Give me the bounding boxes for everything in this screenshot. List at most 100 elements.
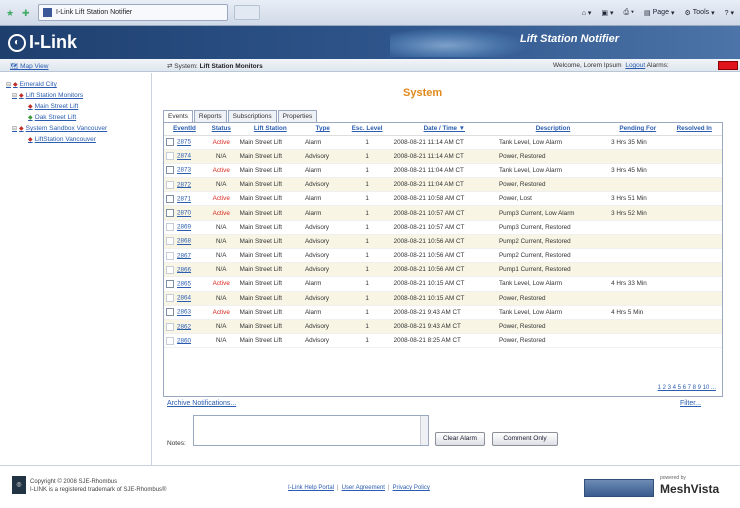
table-row[interactable]: 2868 N/A Main Street Lift Advisory 1 2008-08-…	[164, 234, 722, 250]
tree-item-system-sandbox-vancouver[interactable]: ⊟ ◆ System Sandbox Vancouver	[12, 125, 107, 132]
tree-item-oak-street-lift[interactable]: ◆ Oak Street Lift	[28, 114, 76, 121]
browser-tab[interactable]: I-Link Lift Station Notifier	[38, 4, 228, 21]
row-checkbox[interactable]	[166, 152, 174, 161]
event-id-link[interactable]: 2873	[164, 163, 205, 179]
event-id-link[interactable]: 2864	[164, 291, 205, 306]
row-checkbox[interactable]	[166, 294, 174, 303]
tree-item-emerald-city[interactable]: ⊟ ◆ Emerald City	[6, 81, 57, 88]
event-id-text[interactable]: 2874	[177, 153, 191, 160]
pagination[interactable]: 1 2 3 4 5 6 7 8 9 10 ...	[658, 385, 716, 391]
event-id-text[interactable]: 2863	[177, 309, 191, 316]
row-checkbox[interactable]	[166, 138, 174, 147]
row-checkbox[interactable]	[166, 336, 174, 345]
tree-item-main-street-lift[interactable]: ◆ Main Street Lift	[28, 103, 78, 110]
col-description[interactable]: Description	[496, 123, 610, 136]
event-id-text[interactable]: 2869	[177, 224, 191, 231]
col-type[interactable]: Type	[302, 123, 343, 136]
add-favorite-icon[interactable]: ✚	[22, 8, 32, 18]
col-status[interactable]: Status	[204, 123, 238, 136]
event-id-text[interactable]: 2875	[177, 139, 191, 146]
home-icon[interactable]: ⌂ ▾	[582, 9, 592, 17]
event-id-link[interactable]: 2860	[164, 333, 205, 349]
table-row[interactable]: 2867 N/A Main Street Lift Advisory 1 2008-08-…	[164, 248, 722, 264]
logout-link[interactable]: Logout	[625, 62, 645, 69]
notes-field[interactable]	[193, 415, 429, 446]
col-datetime[interactable]: Date / Time ▼	[391, 123, 497, 136]
event-id-link[interactable]: 2871	[164, 191, 205, 207]
collapse-icon[interactable]: ⊟	[12, 92, 17, 99]
event-id-link[interactable]: 2872	[164, 177, 205, 193]
row-checkbox[interactable]	[166, 223, 174, 232]
row-checkbox[interactable]	[166, 308, 174, 317]
event-id-text[interactable]: 2865	[177, 281, 191, 288]
col-pending-for[interactable]: Pending For	[609, 123, 667, 136]
event-id-link[interactable]: 2865	[164, 276, 205, 292]
tools-menu[interactable]: ⚙ Tools ▾	[685, 9, 715, 17]
event-id-text[interactable]: 2864	[177, 295, 191, 302]
event-id-link[interactable]: 2869	[164, 220, 205, 235]
row-checkbox[interactable]	[166, 166, 174, 175]
table-row[interactable]: 2865 Active Main Street Lift Alarm 1 2008-08-…	[164, 276, 722, 292]
event-id-text[interactable]: 2867	[177, 252, 191, 259]
collapse-icon[interactable]: ⊟	[6, 81, 11, 88]
col-esc-level[interactable]: Esc. Level	[342, 123, 392, 136]
table-row[interactable]: 2864 N/A Main Street Lift Advisory 1 2008-08-…	[164, 291, 722, 306]
event-id-text[interactable]: 2873	[177, 167, 191, 174]
row-checkbox[interactable]	[166, 251, 174, 260]
row-checkbox[interactable]	[166, 265, 174, 274]
clear-alarm-button[interactable]: Clear Alarm	[435, 432, 485, 446]
row-checkbox[interactable]	[166, 279, 174, 288]
event-id-link[interactable]: 2867	[164, 248, 205, 264]
notes-scrollbar[interactable]	[420, 416, 428, 445]
event-id-link[interactable]: 2866	[164, 262, 205, 278]
table-row[interactable]: 2862 N/A Main Street Lift Advisory 1 2008-08-…	[164, 319, 722, 335]
row-checkbox[interactable]	[166, 180, 174, 189]
table-row[interactable]: 2863 Active Main Street Lift Alarm 1 2008-08-…	[164, 305, 722, 320]
tab-reports[interactable]: Reports	[193, 110, 227, 122]
row-checkbox[interactable]	[166, 322, 174, 331]
table-row[interactable]: 2869 N/A Main Street Lift Advisory 1 2008-08-…	[164, 220, 722, 235]
table-row[interactable]: 2874 N/A Main Street Lift Advisory 1 2008-08-…	[164, 149, 722, 164]
col-eventid[interactable]: EventId	[164, 123, 205, 136]
help-icon[interactable]: ? ▾	[725, 9, 734, 17]
print-icon[interactable]: ⎙ ▾	[624, 9, 635, 17]
event-id-text[interactable]: 2860	[177, 337, 191, 344]
col-resolved-in[interactable]: Resolved In	[666, 123, 722, 136]
event-id-text[interactable]: 2868	[177, 238, 191, 245]
page-menu[interactable]: ▤ Page ▾	[644, 9, 675, 17]
tab-properties[interactable]: Properties	[277, 110, 318, 122]
collapse-icon[interactable]: ⊟	[12, 125, 17, 132]
event-id-text[interactable]: 2870	[177, 210, 191, 217]
favorites-star-icon[interactable]: ★	[6, 8, 16, 18]
feeds-icon[interactable]: ▣ ▾	[601, 9, 613, 17]
new-tab-button[interactable]	[234, 5, 260, 20]
tree-item-liftstation-vancouver[interactable]: ◆ LiftStation Vancouver	[28, 136, 96, 143]
table-row[interactable]: 2866 N/A Main Street Lift Advisory 1 2008-08-…	[164, 262, 722, 278]
event-id-link[interactable]: 2863	[164, 305, 205, 320]
event-id-text[interactable]: 2872	[177, 181, 191, 188]
row-checkbox[interactable]	[166, 237, 174, 246]
event-id-link[interactable]: 2870	[164, 205, 205, 221]
comment-only-button[interactable]: Comment Only	[492, 432, 558, 446]
table-row[interactable]: 2860 N/A Main Street Lift Advisory 1 2008-08-…	[164, 333, 722, 349]
filter-link[interactable]: Filter...	[680, 400, 701, 407]
user-agreement-link[interactable]: User Agreement	[342, 485, 385, 491]
row-checkbox[interactable]	[166, 194, 174, 203]
table-row[interactable]: 2872 N/A Main Street Lift Advisory 1 2008-08-…	[164, 177, 722, 193]
event-id-link[interactable]: 2862	[164, 319, 205, 335]
table-row[interactable]: 2871 Active Main Street Lift Alarm 1 2008-08-…	[164, 191, 722, 207]
event-id-link[interactable]: 2874	[164, 149, 205, 164]
tab-subscriptions[interactable]: Subscriptions	[227, 110, 277, 122]
archive-notifications-link[interactable]: Archive Notifications...	[167, 400, 236, 407]
tab-events[interactable]: Events	[163, 110, 193, 122]
col-lift-station[interactable]: Lift Station	[237, 123, 303, 136]
event-id-text[interactable]: 2862	[177, 323, 191, 330]
tree-item-lift-station-monitors[interactable]: ⊟ ◆ Lift Station Monitors	[12, 92, 83, 99]
event-id-text[interactable]: 2871	[177, 196, 191, 203]
map-view-link[interactable]: 🗺 Map View	[10, 62, 48, 70]
alarm-indicator[interactable]	[718, 61, 738, 70]
event-id-link[interactable]: 2875	[164, 135, 205, 150]
help-portal-link[interactable]: I-Link Help Portal	[288, 485, 334, 491]
privacy-policy-link[interactable]: Privacy Policy	[393, 485, 430, 491]
table-row[interactable]: 2875 Active Main Street Lift Alarm 1 2008-08-…	[164, 135, 722, 150]
